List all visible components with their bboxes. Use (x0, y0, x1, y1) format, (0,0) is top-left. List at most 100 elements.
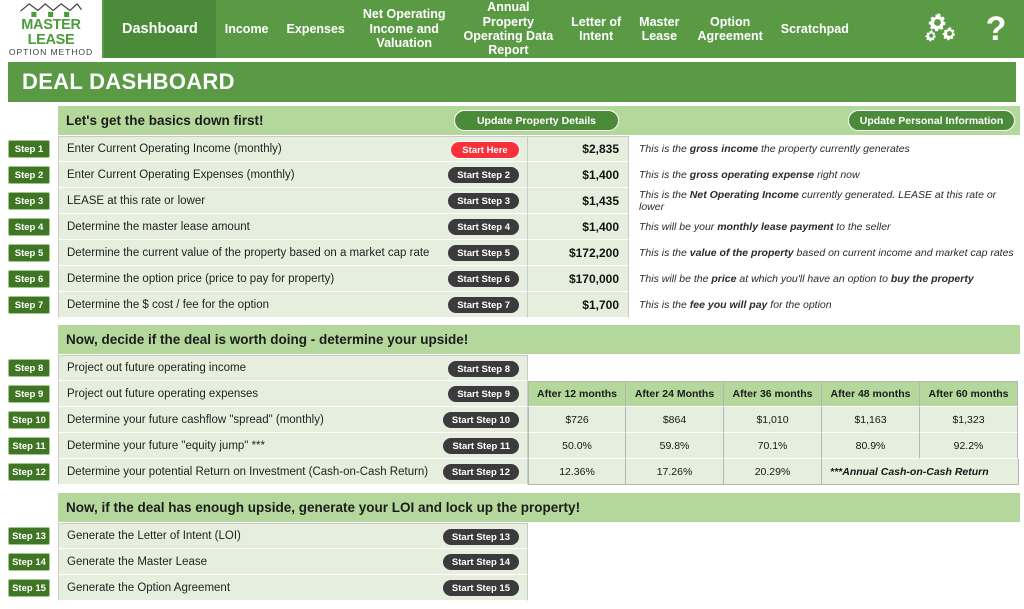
value-cell-5: $172,200 (528, 240, 629, 266)
step-badge-1[interactable]: Step 1 (8, 140, 50, 158)
description-cell-4: This will be your monthly lease payment … (629, 214, 1024, 240)
table-row: Step 12 Determine your potential Return … (0, 459, 1024, 485)
step-cell: Step 12 (0, 459, 58, 485)
table-row: Step 5 Determine the current value of th… (0, 240, 1024, 266)
nav-tab-master-lease[interactable]: Master Lease (630, 0, 688, 58)
table-row: Step 3 LEASE at this rate or lower Start… (0, 188, 1024, 214)
step-cell: Step 14 (0, 549, 58, 575)
step-badge-4[interactable]: Step 4 (8, 218, 50, 236)
update-personal-information-button[interactable]: Update Personal Information (848, 110, 1015, 131)
step-badge-6[interactable]: Step 6 (8, 270, 50, 288)
table-row: Step 7 Determine the $ cost / fee for th… (0, 292, 1024, 318)
settings-button[interactable] (912, 0, 968, 58)
table-row: Step 1 Enter Current Operating Income (m… (0, 136, 1024, 162)
step-label-5: Determine the current value of the prope… (67, 246, 430, 259)
step-label-cell-8: Project out future operating income Star… (58, 355, 528, 381)
roi-36: 20.29% (724, 459, 822, 485)
brand-name-primary: MASTER LEASE (21, 17, 81, 48)
desc-pre-7: This is the (639, 299, 690, 311)
brand-logo[interactable]: MASTER LEASE OPTION METHOD (0, 0, 104, 58)
step-cell: Step 5 (0, 240, 58, 266)
step-badge-8[interactable]: Step 8 (8, 359, 50, 377)
table-row: Step 6 Determine the option price (price… (0, 266, 1024, 292)
step-cell: Step 4 (0, 214, 58, 240)
start-step-13-button[interactable]: Start Step 13 (441, 528, 520, 546)
brand-name-secondary: OPTION METHOD (8, 47, 94, 58)
start-step-12-button[interactable]: Start Step 12 (441, 463, 520, 481)
step-label-2: Enter Current Operating Expenses (monthl… (67, 168, 295, 181)
start-step-3-button[interactable]: Start Step 3 (447, 192, 520, 210)
step-label-cell-10: Determine your future cashflow "spread" … (58, 407, 528, 433)
empty-area (1018, 433, 1024, 459)
nav-tab-scratchpad[interactable]: Scratchpad (772, 0, 858, 58)
step-badge-2[interactable]: Step 2 (8, 166, 50, 184)
nav-tab-letter-of-intent[interactable]: Letter of Intent (562, 0, 630, 58)
step-value-1: $2,835 (582, 142, 619, 156)
section-heading-text: Now, if the deal has enough upside, gene… (66, 500, 581, 515)
dashboard-sheet: Let's get the basics down first! Update … (0, 106, 1024, 601)
table-row: Step 14 Generate the Master Lease Start … (0, 549, 1024, 575)
start-step-4-button[interactable]: Start Step 4 (447, 218, 520, 236)
gears-icon (925, 13, 955, 42)
step-value-2: $1,400 (582, 167, 619, 182)
cashflow-spread-36: $1,010 (724, 407, 822, 433)
start-step-10-button[interactable]: Start Step 10 (441, 411, 520, 429)
start-step-2-button[interactable]: Start Step 2 (447, 166, 520, 184)
update-property-details-button[interactable]: Update Property Details (454, 110, 619, 131)
help-button[interactable]: ? (968, 0, 1024, 58)
step-badge-5[interactable]: Step 5 (8, 244, 50, 262)
empty-area (1019, 459, 1024, 485)
nav-tab-option-agreement[interactable]: Option Agreement (688, 0, 771, 58)
step-badge-15[interactable]: Step 15 (8, 579, 50, 597)
section-heading-text: Now, decide if the deal is worth doing -… (66, 332, 469, 347)
value-cell-1: $2,835 (528, 136, 629, 162)
nav-tab-apod-report[interactable]: Annual Property Operating Data Report (455, 0, 563, 58)
nav-tab-income[interactable]: Income (216, 0, 278, 58)
step-label-cell-13: Generate the Letter of Intent (LOI) Star… (58, 523, 528, 549)
start-step-15-button[interactable]: Start Step 15 (441, 579, 520, 597)
help-question-icon: ? (985, 10, 1007, 48)
start-step-5-button[interactable]: Start Step 5 (447, 244, 520, 262)
start-step-6-button[interactable]: Start Step 6 (447, 270, 520, 288)
step-badge-14[interactable]: Step 14 (8, 553, 50, 571)
desc-bold2-6: buy the property (890, 273, 974, 285)
nav-tab-expenses[interactable]: Expenses (278, 0, 354, 58)
equity-jump-12: 50.0% (528, 433, 626, 459)
step-badge-9[interactable]: Step 9 (8, 385, 50, 403)
step-label-cell-4: Determine the master lease amount Start … (58, 214, 528, 240)
value-cell-3: $1,435 (528, 188, 629, 214)
start-here-button[interactable]: Start Here (450, 141, 520, 159)
step-label-14: Generate the Master Lease (67, 555, 207, 568)
section-header-upside: Now, decide if the deal is worth doing -… (58, 325, 1020, 355)
table-row: Step 8 Project out future operating inco… (0, 355, 1024, 381)
start-step-8-button[interactable]: Start Step 8 (447, 360, 520, 378)
step-badge-11[interactable]: Step 11 (8, 437, 50, 455)
step-badge-12[interactable]: Step 12 (8, 463, 50, 481)
step-cell: Step 10 (0, 407, 58, 433)
equity-jump-36: 70.1% (724, 433, 822, 459)
column-header-48-months: After 48 months (822, 381, 920, 407)
table-row: Step 9 Project out future operating expe… (0, 381, 1024, 407)
start-step-14-button[interactable]: Start Step 14 (441, 553, 520, 571)
section-header-generate: Now, if the deal has enough upside, gene… (58, 493, 1020, 523)
start-step-9-button[interactable]: Start Step 9 (447, 385, 520, 403)
step-label-cell-5: Determine the current value of the prope… (58, 240, 528, 266)
nav-tab-noi-valuation[interactable]: Net Operating Income and Valuation (354, 0, 455, 58)
step-badge-13[interactable]: Step 13 (8, 527, 50, 545)
step-badge-3[interactable]: Step 3 (8, 192, 50, 210)
nav-tab-dashboard[interactable]: Dashboard (104, 0, 216, 58)
start-step-11-button[interactable]: Start Step 11 (442, 437, 520, 455)
step-value-3: $1,435 (582, 193, 619, 208)
description-cell-6: This will be the price at which you'll h… (629, 266, 1024, 292)
step-label-7: Determine the $ cost / fee for the optio… (67, 298, 270, 311)
step-badge-7[interactable]: Step 7 (8, 296, 50, 314)
start-step-7-button[interactable]: Start Step 7 (447, 296, 520, 314)
desc-post-7: for the option (767, 299, 832, 311)
empty-area (528, 355, 1024, 381)
desc-bold-2: gross operating expense (689, 169, 815, 181)
step-badge-10[interactable]: Step 10 (8, 411, 50, 429)
desc-pre-2: This is the (639, 169, 690, 181)
desc-pre-1: This is the (639, 143, 690, 155)
column-header-24-months: After 24 Months (626, 381, 724, 407)
step-value-4: $1,400 (582, 219, 619, 234)
